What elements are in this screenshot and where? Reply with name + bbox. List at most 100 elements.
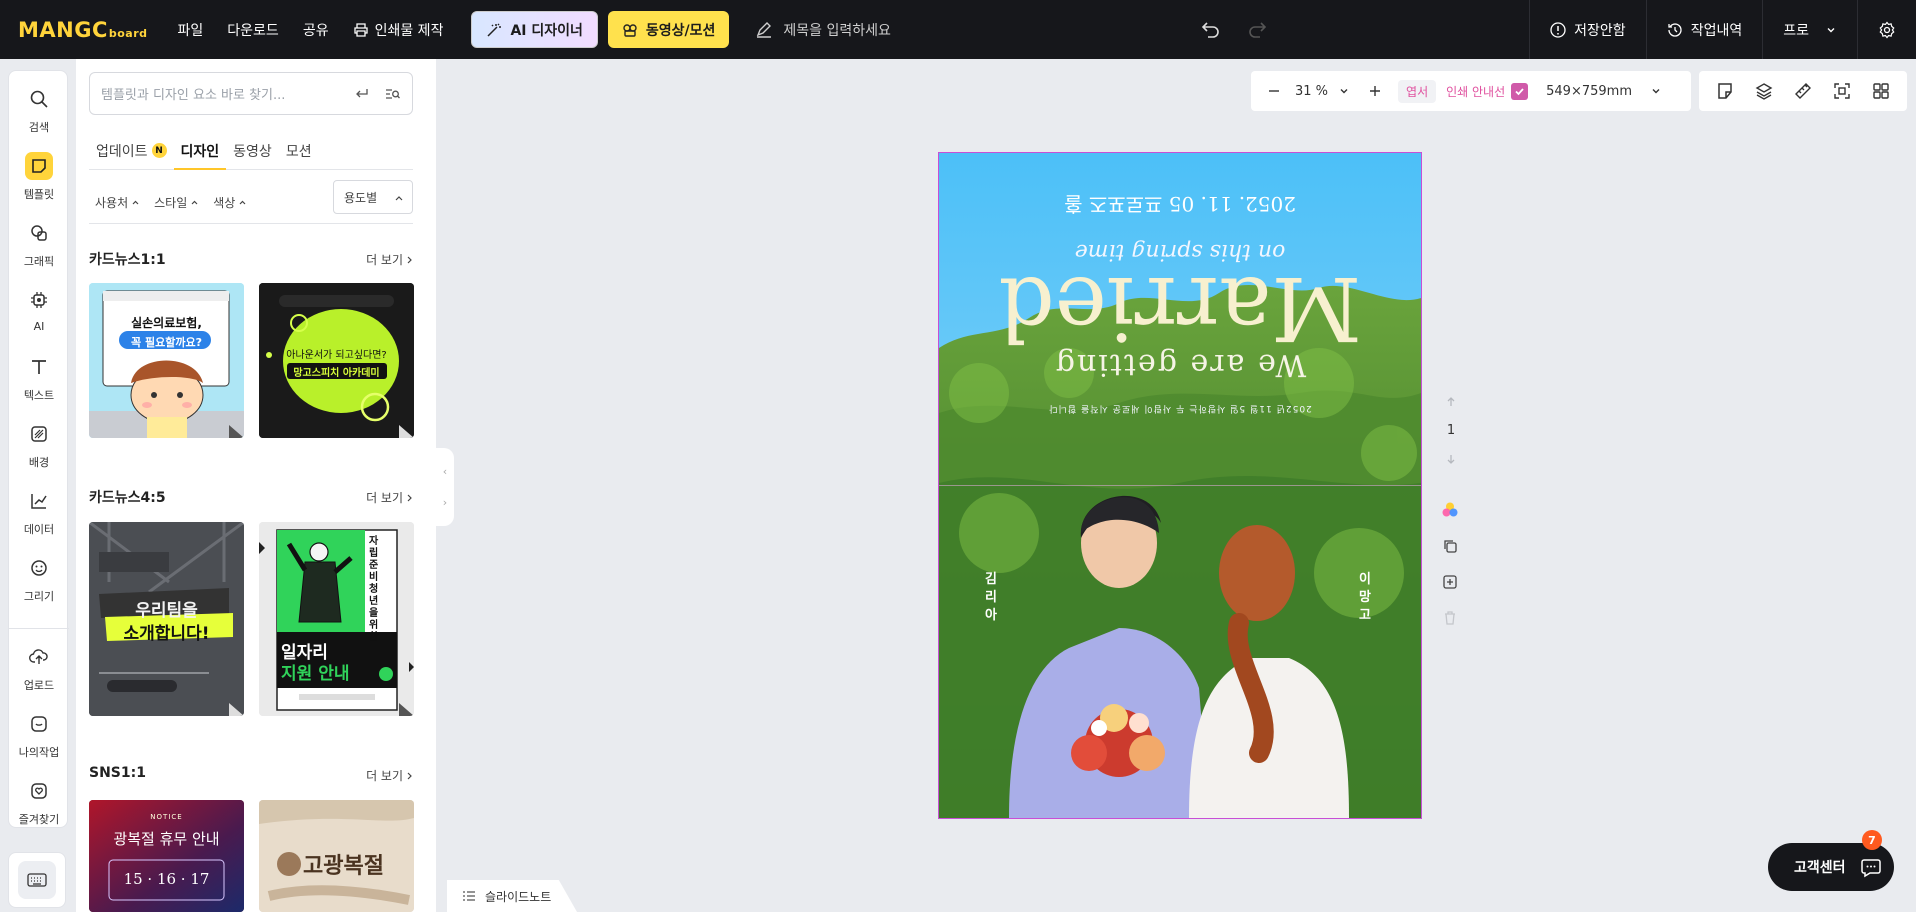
rail-template[interactable]: 템플릿 xyxy=(9,152,69,202)
rail-data-label: 데이터 xyxy=(23,523,55,536)
filter-color-label: 색상 xyxy=(213,195,236,210)
save-status-button[interactable]: 저장안함 xyxy=(1529,0,1646,59)
chevron-left-icon: ‹ xyxy=(442,465,448,478)
template-thumbnail[interactable]: 우리팀을 소개합니다! xyxy=(89,522,244,716)
duplicate-page-button[interactable] xyxy=(1438,528,1462,564)
tab-motion[interactable]: 모션 xyxy=(279,141,319,170)
search-icon xyxy=(25,85,53,113)
more-link[interactable]: 더 보기 xyxy=(366,251,414,268)
brand-logo[interactable]: MANGC board xyxy=(18,18,148,42)
plan-dropdown[interactable]: 프로 xyxy=(1762,0,1857,59)
template-thumbnail[interactable]: 고광복절 xyxy=(259,800,414,912)
redo-icon[interactable] xyxy=(1246,18,1268,40)
rail-text[interactable]: 텍스트 xyxy=(9,353,69,403)
zoom-in-icon[interactable] xyxy=(1368,84,1382,98)
chevron-down-icon[interactable] xyxy=(1650,85,1662,97)
notification-badge: 7 xyxy=(1862,830,1882,850)
rail-my-work[interactable]: 나의작업 xyxy=(9,710,69,760)
page-size-select[interactable]: 549×759mm xyxy=(1546,84,1632,99)
fit-screen-icon[interactable] xyxy=(1832,81,1852,101)
arrow-up-icon[interactable] xyxy=(1445,396,1457,408)
design-left-name[interactable]: 김리아 xyxy=(983,571,999,625)
ruler-icon[interactable] xyxy=(1793,81,1813,101)
rail-favorites[interactable]: 즐겨찾기 xyxy=(9,777,69,827)
panel-collapse-handle[interactable]: ‹ › xyxy=(436,448,454,526)
print-guide-checkbox[interactable] xyxy=(1511,82,1529,100)
gear-icon xyxy=(1879,21,1895,38)
template-search-placeholder: 템플릿과 디자인 요소 바로 찾기... xyxy=(101,88,286,103)
text-icon xyxy=(25,353,53,381)
rail-graphic[interactable]: 그래픽 xyxy=(9,219,69,269)
upload-cloud-icon xyxy=(25,643,53,671)
menu-download[interactable]: 다운로드 xyxy=(227,20,279,40)
color-palette-button[interactable] xyxy=(1438,492,1462,528)
tab-design[interactable]: 디자인 xyxy=(173,141,227,170)
undo-icon[interactable] xyxy=(1200,18,1222,40)
print-guide-line xyxy=(939,485,1421,486)
filter-row: 사용처 스타일 색상 용도별 xyxy=(89,180,413,224)
template-search-input[interactable]: 템플릿과 디자인 요소 바로 찾기... xyxy=(89,72,413,115)
chart-line-icon xyxy=(25,487,53,515)
rail-draw[interactable]: 그리기 xyxy=(9,554,69,604)
customer-support-button[interactable]: 고객센터 xyxy=(1768,843,1894,891)
rail-upload[interactable]: 업로드 xyxy=(9,643,69,693)
more-link[interactable]: 더 보기 xyxy=(366,489,414,506)
trash-icon xyxy=(1445,611,1455,625)
history-button[interactable]: 작업내역 xyxy=(1645,0,1763,59)
arrow-down-icon[interactable] xyxy=(1445,453,1457,465)
filter-color[interactable]: 색상 xyxy=(213,194,247,211)
rail-background-label: 배경 xyxy=(28,456,50,469)
design-date-line[interactable]: 2052. 11. 05 프로포즈 홀 xyxy=(939,191,1421,220)
template-thumbnail[interactable]: 아나운서가 되고싶다면? 망고스피치 아카데미 xyxy=(259,283,414,438)
logo-text: MANGC xyxy=(18,17,108,42)
design-headline[interactable]: Married xyxy=(939,257,1421,360)
filter-search-icon[interactable] xyxy=(384,86,400,102)
design-small-text[interactable]: 2052년 11월 5일 사랑하는 두 사람이 새로운 시작을 합니다 xyxy=(939,403,1421,416)
left-rail: 검색 템플릿 그래픽 AI 텍스트 배경 데이터 그리기 업로드 나의작업 즐겨… xyxy=(8,70,69,828)
design-script-line[interactable]: on this spring time xyxy=(939,239,1421,264)
more-link-label: 더 보기 xyxy=(366,491,403,505)
filter-usage-place[interactable]: 사용처 xyxy=(95,194,140,211)
rail-template-label: 템플릿 xyxy=(23,188,55,201)
template-thumbnail[interactable]: 실손의료보험, 꼭 필요할까요? xyxy=(89,283,244,438)
rail-data[interactable]: 데이터 xyxy=(9,487,69,537)
filter-style[interactable]: 스타일 xyxy=(154,194,199,211)
design-right-name[interactable]: 이망고 xyxy=(1357,571,1373,625)
rail-background[interactable]: 배경 xyxy=(9,420,69,470)
rail-my-work-label: 나의작업 xyxy=(18,746,60,759)
menu-print-production[interactable]: 인쇄물 제작 xyxy=(353,20,443,40)
template-thumbnail[interactable]: 자립준비청년을위한 일자리 지원 안내 xyxy=(259,522,414,716)
video-motion-button[interactable]: 동영상/모션 xyxy=(607,11,730,48)
delete-page-button[interactable] xyxy=(1438,600,1462,636)
chevron-down-icon[interactable] xyxy=(1338,85,1350,97)
add-page-button[interactable] xyxy=(1438,564,1462,600)
layers-icon[interactable] xyxy=(1754,81,1774,101)
enter-icon[interactable] xyxy=(354,86,370,102)
tab-video[interactable]: 동영상 xyxy=(226,141,279,170)
menu-share[interactable]: 공유 xyxy=(303,20,329,40)
grid-view-icon[interactable] xyxy=(1871,81,1891,101)
sticker-icon[interactable] xyxy=(1715,81,1735,101)
template-thumbnail[interactable]: NOTICE 광복절 휴무 안내 15 · 16 · 17 xyxy=(89,800,244,912)
paper-type-tag[interactable]: 엽서 xyxy=(1398,79,1437,103)
rail-ai[interactable]: AI xyxy=(9,286,69,333)
section-title: 카드뉴스1:1 xyxy=(89,252,166,268)
tab-update[interactable]: 업데이트 N xyxy=(89,141,174,170)
usage-select[interactable]: 용도별 xyxy=(333,180,413,214)
favorite-icon xyxy=(25,777,53,805)
slide-note-button[interactable]: 슬라이드노트 xyxy=(447,880,577,912)
zoom-value[interactable]: 31 % xyxy=(1295,84,1328,99)
menu-file[interactable]: 파일 xyxy=(178,20,204,40)
print-guide-toggle[interactable]: 인쇄 안내선 xyxy=(1446,82,1529,100)
panel-tabs: 업데이트 N 디자인 동영상 모션 xyxy=(89,141,413,170)
zoom-out-icon[interactable] xyxy=(1267,84,1281,98)
more-link[interactable]: 더 보기 xyxy=(366,767,414,784)
rail-favorites-label: 즐겨찾기 xyxy=(18,813,60,826)
page-side-tools xyxy=(1438,492,1462,636)
document-title-input[interactable]: 제목을 입력하세요 xyxy=(755,20,891,40)
rail-search[interactable]: 검색 xyxy=(9,85,69,135)
keyboard-shortcut-button[interactable] xyxy=(18,861,56,899)
ai-designer-button[interactable]: AI 디자이너 xyxy=(471,11,598,48)
settings-button[interactable] xyxy=(1857,0,1916,59)
design-canvas[interactable]: 2052년 11월 5일 사랑하는 두 사람이 새로운 시작을 합니다 We a… xyxy=(938,152,1422,819)
